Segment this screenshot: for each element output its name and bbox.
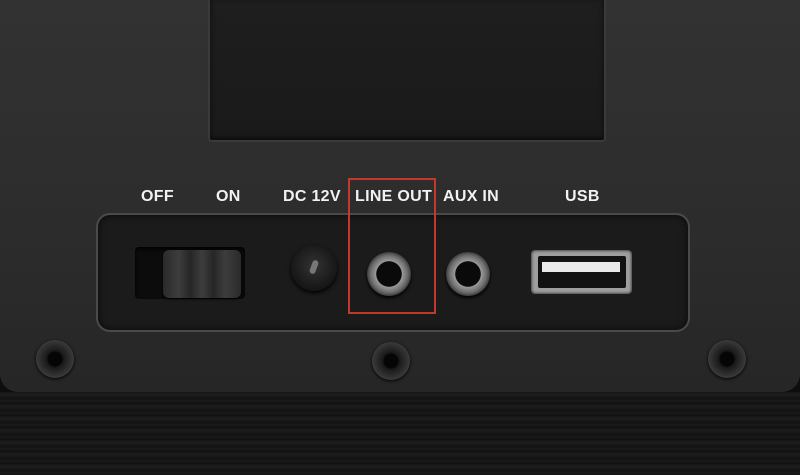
dc-label: DC 12V bbox=[283, 188, 341, 205]
power-switch[interactable] bbox=[163, 250, 241, 298]
usb-label: USB bbox=[565, 188, 600, 205]
aux-in-label: AUX IN bbox=[443, 188, 500, 205]
screw-center bbox=[372, 342, 410, 380]
recessed-panel bbox=[208, 0, 606, 142]
usb-port-opening bbox=[538, 256, 626, 288]
off-label: OFF bbox=[141, 188, 174, 205]
on-label: ON bbox=[216, 188, 241, 205]
wood-surface bbox=[0, 392, 800, 475]
aux-in-jack bbox=[446, 252, 490, 296]
usb-port-tongue bbox=[542, 262, 620, 272]
screw-left bbox=[36, 340, 74, 378]
screw-right bbox=[708, 340, 746, 378]
line-out-highlight-box bbox=[348, 178, 436, 314]
